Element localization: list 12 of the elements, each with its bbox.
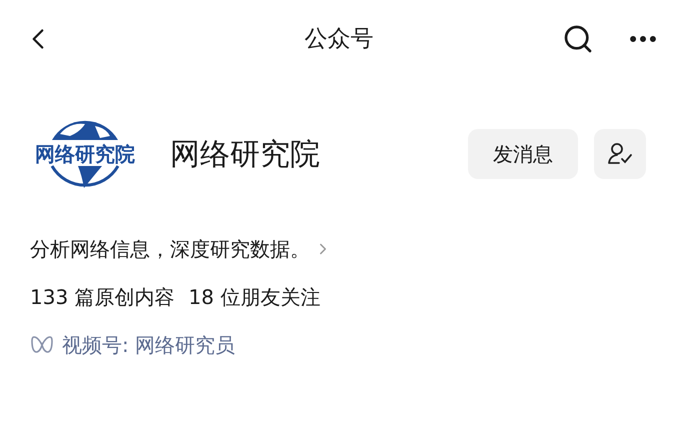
channel-icon <box>30 335 54 355</box>
page-title: 公众号 <box>304 24 374 54</box>
stat-text: 133 篇原创内容 <box>30 284 175 311</box>
account-description: 分析网络信息，深度研究数据。 <box>30 236 310 263</box>
account-name: 网络研究院 <box>170 136 321 174</box>
logo-text: 网络研究院 <box>35 144 135 164</box>
channel-link[interactable]: 视频号: 网络研究员 <box>62 330 236 360</box>
stat-text: 18 位朋友关注 <box>188 284 320 311</box>
follow-button[interactable] <box>594 129 646 179</box>
send-message-button[interactable]: 发消息 <box>468 129 578 179</box>
search-icon[interactable] <box>562 23 594 55</box>
user-check-icon <box>606 141 634 167</box>
